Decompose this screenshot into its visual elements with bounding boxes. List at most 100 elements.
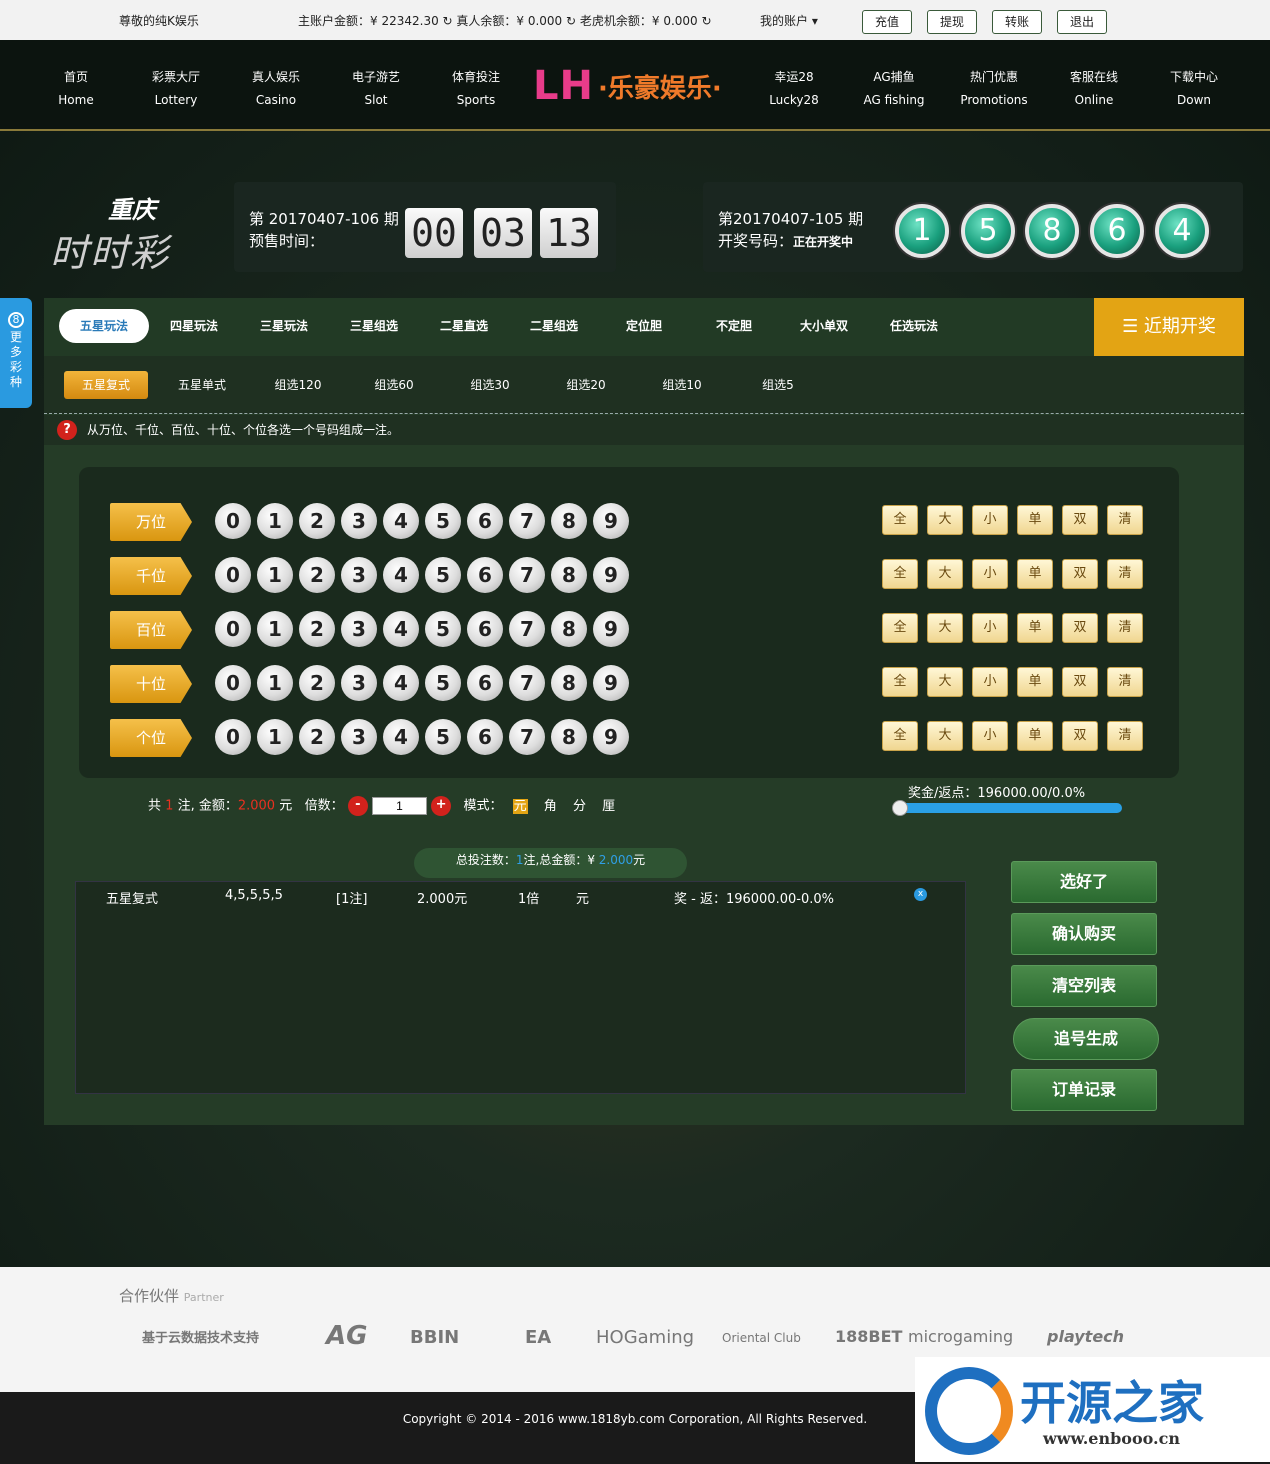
number-ball[interactable]: 0	[215, 611, 251, 647]
number-ball[interactable]: 9	[593, 557, 629, 593]
quick-select-button[interactable]: 双	[1062, 667, 1098, 697]
number-ball[interactable]: 3	[341, 665, 377, 701]
quick-select-button[interactable]: 单	[1017, 613, 1053, 643]
transfer-button[interactable]: 转账	[992, 10, 1042, 34]
mode-yuan[interactable]: 元	[512, 798, 528, 814]
quick-select-button[interactable]: 清	[1107, 667, 1143, 697]
tab-two-star-group[interactable]: 二星组选	[509, 309, 599, 343]
mode-li[interactable]: 厘	[602, 799, 615, 814]
number-ball[interactable]: 0	[215, 719, 251, 755]
number-ball[interactable]: 0	[215, 665, 251, 701]
quick-select-button[interactable]: 大	[927, 613, 963, 643]
tab-optional[interactable]: 任选玩法	[869, 309, 959, 343]
quick-select-button[interactable]: 小	[972, 559, 1008, 589]
number-ball[interactable]: 2	[299, 719, 335, 755]
more-lotteries-tab[interactable]: 8 更多彩种	[0, 298, 32, 408]
number-ball[interactable]: 6	[467, 557, 503, 593]
number-ball[interactable]: 8	[551, 611, 587, 647]
number-ball[interactable]: 4	[383, 665, 419, 701]
quick-select-button[interactable]: 双	[1062, 505, 1098, 535]
logout-button[interactable]: 退出	[1057, 10, 1107, 34]
subtab-group-20[interactable]: 组选20	[544, 371, 628, 399]
quick-select-button[interactable]: 清	[1107, 505, 1143, 535]
quick-select-button[interactable]: 小	[972, 613, 1008, 643]
number-ball[interactable]: 1	[257, 557, 293, 593]
quick-select-button[interactable]: 单	[1017, 559, 1053, 589]
tab-four-star[interactable]: 四星玩法	[149, 309, 239, 343]
number-ball[interactable]: 2	[299, 665, 335, 701]
subtab-group-120[interactable]: 组选120	[256, 371, 340, 399]
number-ball[interactable]: 5	[425, 503, 461, 539]
nav-lottery[interactable]: 彩票大厅 Lottery	[126, 66, 226, 112]
recent-draws-button[interactable]: ☰ 近期开奖	[1094, 298, 1244, 356]
nav-lucky28[interactable]: 幸运28 Lucky28	[744, 66, 844, 112]
quick-select-button[interactable]: 大	[927, 721, 963, 751]
recharge-button[interactable]: 充值	[862, 10, 912, 34]
number-ball[interactable]: 1	[257, 665, 293, 701]
quick-select-button[interactable]: 大	[927, 505, 963, 535]
quick-select-button[interactable]: 大	[927, 667, 963, 697]
nav-casino[interactable]: 真人娱乐 Casino	[226, 66, 326, 112]
number-ball[interactable]: 7	[509, 665, 545, 701]
number-ball[interactable]: 3	[341, 719, 377, 755]
number-ball[interactable]: 1	[257, 611, 293, 647]
number-ball[interactable]: 9	[593, 665, 629, 701]
number-ball[interactable]: 4	[383, 719, 419, 755]
number-ball[interactable]: 7	[509, 611, 545, 647]
confirm-selection-button[interactable]: 选好了	[1011, 861, 1157, 903]
quick-select-button[interactable]: 清	[1107, 559, 1143, 589]
number-ball[interactable]: 0	[215, 503, 251, 539]
quick-select-button[interactable]: 全	[882, 505, 918, 535]
number-ball[interactable]: 2	[299, 611, 335, 647]
quick-select-button[interactable]: 小	[972, 721, 1008, 751]
number-ball[interactable]: 8	[551, 557, 587, 593]
quick-select-button[interactable]: 全	[882, 613, 918, 643]
nav-slot[interactable]: 电子游艺 Slot	[326, 66, 426, 112]
number-ball[interactable]: 9	[593, 719, 629, 755]
rebate-slider[interactable]	[892, 800, 1122, 816]
quick-select-button[interactable]: 双	[1062, 613, 1098, 643]
number-ball[interactable]: 7	[509, 719, 545, 755]
remove-icon[interactable]: x	[914, 888, 927, 901]
nav-download[interactable]: 下载中心 Down	[1144, 66, 1244, 112]
number-ball[interactable]: 5	[425, 665, 461, 701]
number-ball[interactable]: 7	[509, 557, 545, 593]
quick-select-button[interactable]: 全	[882, 667, 918, 697]
number-ball[interactable]: 5	[425, 611, 461, 647]
number-ball[interactable]: 9	[593, 503, 629, 539]
number-ball[interactable]: 6	[467, 719, 503, 755]
subtab-group-30[interactable]: 组选30	[448, 371, 532, 399]
withdraw-button[interactable]: 提现	[927, 10, 977, 34]
number-ball[interactable]: 0	[215, 557, 251, 593]
number-ball[interactable]: 5	[425, 719, 461, 755]
plus-button[interactable]: +	[431, 796, 452, 816]
clear-list-button[interactable]: 清空列表	[1011, 965, 1157, 1007]
number-ball[interactable]: 7	[509, 503, 545, 539]
number-ball[interactable]: 3	[341, 557, 377, 593]
nav-online[interactable]: 客服在线 Online	[1044, 66, 1144, 112]
tab-big-small-odd-even[interactable]: 大小单双	[779, 309, 869, 343]
subtab-five-star-single[interactable]: 五星单式	[160, 371, 244, 399]
confirm-purchase-button[interactable]: 确认购买	[1011, 913, 1157, 955]
quick-select-button[interactable]: 单	[1017, 505, 1053, 535]
number-ball[interactable]: 6	[467, 611, 503, 647]
chase-number-button[interactable]: 追号生成	[1013, 1018, 1159, 1060]
quick-select-button[interactable]: 全	[882, 721, 918, 751]
number-ball[interactable]: 4	[383, 611, 419, 647]
quick-select-button[interactable]: 大	[927, 559, 963, 589]
subtab-group-5[interactable]: 组选5	[736, 371, 820, 399]
number-ball[interactable]: 4	[383, 503, 419, 539]
tab-fixed-position[interactable]: 定位胆	[599, 309, 689, 343]
account-menu[interactable]: 我的账户 ▾	[760, 12, 818, 29]
subtab-five-star-compound[interactable]: 五星复式	[64, 371, 148, 399]
slider-handle[interactable]	[892, 800, 908, 816]
quick-select-button[interactable]: 全	[882, 559, 918, 589]
tab-three-star[interactable]: 三星玩法	[239, 309, 329, 343]
quick-select-button[interactable]: 单	[1017, 721, 1053, 751]
quick-select-button[interactable]: 双	[1062, 721, 1098, 751]
quick-select-button[interactable]: 小	[972, 505, 1008, 535]
subtab-group-60[interactable]: 组选60	[352, 371, 436, 399]
number-ball[interactable]: 6	[467, 503, 503, 539]
order-history-button[interactable]: 订单记录	[1011, 1069, 1157, 1111]
help-icon[interactable]: ?	[57, 420, 77, 440]
